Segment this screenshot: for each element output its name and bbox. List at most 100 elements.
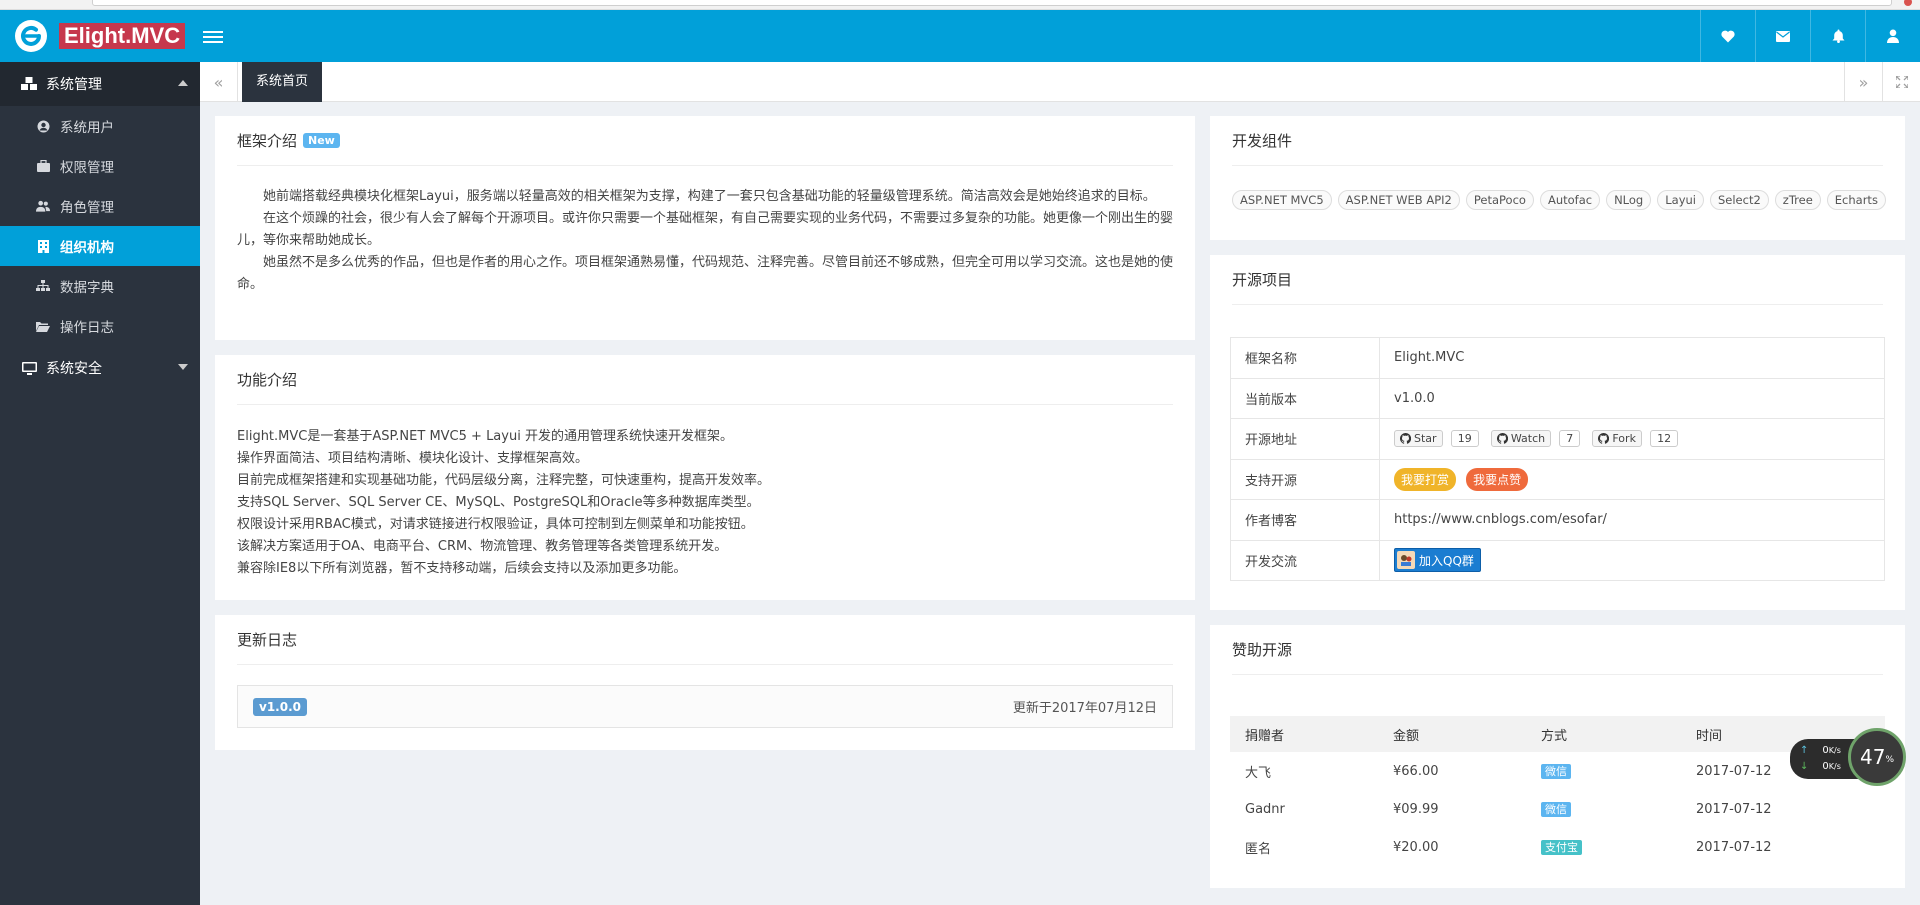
- donate-button[interactable]: 我要打赏: [1394, 467, 1457, 491]
- github-fork-label: Fork: [1612, 432, 1636, 446]
- feature-line: 该解决方案适用于OA、电商平台、CRM、物流管理、教务管理等各类管理系统开发。: [237, 539, 728, 554]
- github-watch-button[interactable]: Watch: [1490, 430, 1552, 448]
- donation-amount: ¥09.99: [1393, 801, 1439, 817]
- browser-chrome: [0, 0, 1920, 10]
- table-key: 开发交流: [1230, 539, 1380, 581]
- bell-icon[interactable]: [1810, 10, 1865, 62]
- sidebar-group-system-security[interactable]: 系统安全: [0, 346, 200, 390]
- version-badge: v1.0.0: [253, 697, 307, 716]
- github-fork-count[interactable]: 12: [1650, 430, 1679, 448]
- donation-amount: ¥20.00: [1393, 839, 1439, 855]
- github-watch-count[interactable]: 7: [1559, 430, 1581, 448]
- sidebar-item-system-users[interactable]: 系统用户: [0, 106, 200, 146]
- github-icon: [1598, 433, 1610, 444]
- github-star-button[interactable]: Star: [1394, 430, 1443, 448]
- blog-link[interactable]: https://www.cnblogs.com/esofar/: [1379, 499, 1885, 541]
- table-value: v1.0.0: [1379, 377, 1885, 419]
- sidebar-item-data-dictionary[interactable]: 数据字典: [0, 266, 200, 306]
- address-bar[interactable]: [92, 0, 1892, 6]
- donor-name: 大飞: [1245, 765, 1272, 781]
- panel-title: 框架介绍: [237, 132, 298, 150]
- speed-unit: K/s: [1828, 762, 1841, 771]
- component-tag[interactable]: Layui: [1657, 190, 1704, 210]
- intro-body: 她前端搭载经典模块化框架Layui，服务端以轻量高效的相关框架为支撑，构建了一套…: [237, 186, 1173, 296]
- component-tag[interactable]: NLog: [1606, 190, 1652, 210]
- project-header: 开源项目: [1232, 255, 1883, 305]
- briefcase-icon: [36, 159, 50, 173]
- tab-home[interactable]: 系统首页: [242, 62, 323, 102]
- donation-date: 2017-07-12: [1696, 839, 1772, 855]
- envelope-icon[interactable]: [1755, 10, 1810, 62]
- upload-arrow-icon: ↑: [1800, 745, 1809, 756]
- building-icon: [36, 239, 50, 253]
- cubes-icon: [20, 75, 38, 93]
- sidebar-item-permissions[interactable]: 权限管理: [0, 146, 200, 186]
- component-tag[interactable]: Select2: [1709, 190, 1769, 210]
- component-tag[interactable]: Autofac: [1539, 190, 1601, 210]
- feature-line: 目前完成框架搭建和实现基础功能，代码层级分离，注释完整，可快速重构，提高开发效率…: [237, 473, 771, 488]
- table-key: 作者博客: [1230, 499, 1380, 541]
- percent-sign: %: [1885, 755, 1894, 765]
- payment-method-badge: 微信: [1541, 802, 1571, 817]
- payment-method-badge: 支付宝: [1541, 840, 1582, 855]
- component-tag[interactable]: Echarts: [1826, 190, 1886, 210]
- donations-header: 赞助开源: [1232, 625, 1883, 675]
- sidebar-item-operation-log[interactable]: 操作日志: [0, 306, 200, 346]
- caret-down-icon: [178, 364, 188, 370]
- component-tag[interactable]: ASP.NET MVC5: [1232, 190, 1332, 210]
- donor-name: Gadnr: [1245, 801, 1285, 817]
- github-star-count[interactable]: 19: [1450, 430, 1479, 448]
- github-fork-button[interactable]: Fork: [1592, 430, 1642, 448]
- donor-name: 匿名: [1245, 841, 1272, 857]
- table-key: 开源地址: [1230, 418, 1380, 460]
- fullscreen-icon[interactable]: [1882, 62, 1920, 102]
- donation-date: 2017-07-12: [1696, 801, 1772, 817]
- table-key: 框架名称: [1230, 337, 1380, 379]
- feature-line: Elight.MVC是一套基于ASP.NET MVC5 + Layui 开发的通…: [237, 429, 733, 444]
- intro-paragraph: 她前端搭载经典模块化框架Layui，服务端以轻量高效的相关框架为支撑，构建了一套…: [263, 189, 1156, 204]
- like-button[interactable]: 我要点赞: [1466, 467, 1529, 491]
- join-qq-group-button[interactable]: 加入QQ群: [1394, 548, 1481, 573]
- components-panel: 开发组件 ASP.NET MVC5 ASP.NET WEB API2 PetaP…: [1210, 116, 1905, 240]
- speed-unit: K/s: [1828, 746, 1841, 755]
- panel-title: 开发组件: [1232, 132, 1293, 150]
- sidebar-item-organization[interactable]: 组织机构: [0, 226, 200, 266]
- sitemap-icon: [36, 279, 50, 293]
- browser-close-icon[interactable]: [1904, 0, 1912, 6]
- column-header: 金额: [1378, 716, 1526, 752]
- tab-bar: « 系统首页 »: [200, 62, 1920, 102]
- changelog-entry[interactable]: v1.0.0 更新于2017年07月12日: [237, 685, 1173, 728]
- component-tag[interactable]: zTree: [1774, 190, 1821, 210]
- features-header: 功能介绍: [237, 355, 1173, 405]
- table-row: 开源地址 Star 19 Watch 7 Fork 12: [1230, 418, 1885, 460]
- component-tag[interactable]: PetaPoco: [1465, 190, 1534, 210]
- sidebar-item-label: 操作日志: [60, 320, 114, 336]
- project-panel: 开源项目 框架名称 Elight.MVC 当前版本 v1.0.0 开源地址 St…: [1210, 255, 1905, 610]
- header-actions: [1700, 10, 1920, 62]
- sidebar: 系统管理 系统用户 权限管理 角色管理 组织机构 数据字典 操作日志 系统安全: [0, 62, 200, 905]
- new-badge: New: [303, 133, 340, 148]
- features-body: Elight.MVC是一套基于ASP.NET MVC5 + Layui 开发的通…: [237, 426, 1173, 580]
- table-row: 大飞 ¥66.00 微信 2017-07-12: [1230, 752, 1885, 790]
- tab-scroll-left-icon[interactable]: «: [200, 62, 238, 102]
- table-key: 当前版本: [1230, 377, 1380, 419]
- github-icon: [1400, 433, 1411, 444]
- table-row: 支持开源 我要打赏 我要点赞: [1230, 458, 1885, 500]
- network-speed-widget[interactable]: ↑ 0K/s ↓ 0K/s 47%: [1788, 728, 1908, 786]
- changelog-panel: 更新日志 v1.0.0 更新于2017年07月12日: [215, 615, 1195, 750]
- tab-scroll-right-icon[interactable]: »: [1844, 62, 1882, 102]
- feature-line: 操作界面简洁、项目结构清晰、模块化设计、支撑框架高效。: [237, 451, 589, 466]
- donations-table: 捐赠者 金额 方式 时间 大飞 ¥66.00 微信 2017-07-12 Gad…: [1230, 716, 1885, 866]
- menu-toggle-icon[interactable]: [203, 28, 223, 44]
- changelog-date: 更新于2017年07月12日: [1012, 701, 1157, 716]
- component-tag[interactable]: ASP.NET WEB API2: [1337, 190, 1460, 210]
- download-row: ↓ 0K/s: [1800, 761, 1841, 772]
- features-panel: 功能介绍 Elight.MVC是一套基于ASP.NET MVC5 + Layui…: [215, 355, 1195, 600]
- changelog-header: 更新日志: [237, 615, 1173, 665]
- user-icon[interactable]: [1865, 10, 1920, 62]
- sidebar-group-system-management[interactable]: 系统管理: [0, 62, 200, 106]
- sidebar-item-roles[interactable]: 角色管理: [0, 186, 200, 226]
- github-buttons: Star 19 Watch 7 Fork 12: [1379, 418, 1885, 460]
- heart-icon[interactable]: [1700, 10, 1755, 62]
- users-icon: [36, 199, 50, 213]
